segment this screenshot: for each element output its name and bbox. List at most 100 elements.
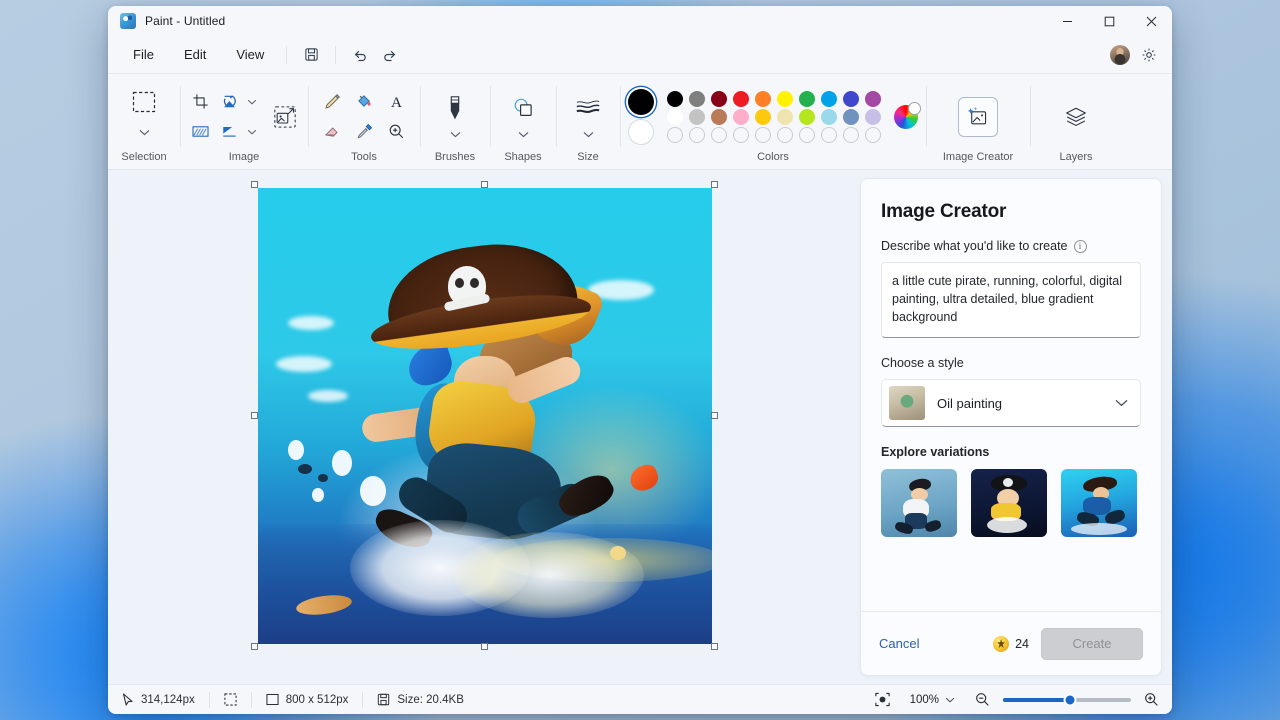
paint-palette-icon xyxy=(120,13,136,29)
flip-chevron-down-icon[interactable] xyxy=(245,118,259,146)
brush-size-icon[interactable] xyxy=(570,91,606,125)
variation-thumbnail-1[interactable] xyxy=(881,469,957,537)
canvas-selection-frame[interactable] xyxy=(251,181,718,650)
redo-button[interactable] xyxy=(375,41,405,69)
style-label: Choose a style xyxy=(881,356,964,370)
save-button[interactable] xyxy=(296,41,326,69)
selection-handle-nw[interactable] xyxy=(251,181,258,188)
rotate-icon[interactable] xyxy=(215,88,245,116)
group-shapes: Shapes xyxy=(490,78,556,169)
color-swatch[interactable] xyxy=(733,126,749,143)
transparent-background-icon[interactable] xyxy=(185,118,215,146)
color-wheel-icon[interactable] xyxy=(894,101,921,129)
color-swatch[interactable] xyxy=(821,108,837,125)
style-dropdown[interactable]: Oil painting xyxy=(881,379,1141,427)
variation-thumbnail-2[interactable] xyxy=(971,469,1047,537)
brushes-chevron-down-icon[interactable] xyxy=(440,126,470,142)
shapes-icon[interactable] xyxy=(505,91,541,125)
selection-handle-ne[interactable] xyxy=(711,181,718,188)
color-swatch[interactable] xyxy=(843,126,859,143)
color-swatch[interactable] xyxy=(755,108,771,125)
color-swatch[interactable] xyxy=(689,126,705,143)
selection-handle-se[interactable] xyxy=(711,643,718,650)
menu-edit[interactable]: Edit xyxy=(171,42,219,67)
svg-text:A: A xyxy=(391,94,402,111)
color-swatch[interactable] xyxy=(799,108,815,125)
zoom-slider[interactable] xyxy=(1003,693,1131,706)
secondary-color-swatch[interactable] xyxy=(628,118,654,145)
selection-handle-e[interactable] xyxy=(711,412,718,419)
color-swatch[interactable] xyxy=(821,126,837,143)
color-swatch[interactable] xyxy=(865,108,881,125)
color-swatch[interactable] xyxy=(689,108,705,125)
zoom-slider-knob[interactable] xyxy=(1063,693,1077,706)
brush-icon[interactable] xyxy=(437,91,473,125)
group-brushes-label: Brushes xyxy=(434,151,476,163)
pencil-icon[interactable] xyxy=(317,88,347,116)
layers-icon[interactable] xyxy=(1058,100,1094,134)
color-swatch[interactable] xyxy=(777,108,793,125)
color-swatch[interactable] xyxy=(799,90,815,107)
rectangular-select-icon[interactable] xyxy=(127,87,161,117)
menu-file[interactable]: File xyxy=(120,42,167,67)
info-icon[interactable]: i xyxy=(1073,239,1087,253)
user-avatar[interactable] xyxy=(1110,44,1130,65)
create-button[interactable]: Create xyxy=(1041,627,1143,660)
color-swatch[interactable] xyxy=(865,126,881,143)
gear-icon[interactable] xyxy=(1136,42,1162,68)
variation-thumbnail-3[interactable] xyxy=(1061,469,1137,537)
orange-petal xyxy=(626,461,662,495)
magnifier-icon[interactable] xyxy=(381,118,411,146)
color-swatch[interactable] xyxy=(733,90,749,107)
zoom-in-button[interactable] xyxy=(1143,691,1160,708)
undo-button[interactable] xyxy=(345,41,375,69)
primary-color-swatch[interactable] xyxy=(628,88,654,115)
size-chevron-down-icon[interactable] xyxy=(573,126,603,142)
menu-view[interactable]: View xyxy=(223,42,277,67)
shapes-chevron-down-icon[interactable] xyxy=(508,126,538,142)
crop-icon[interactable] xyxy=(185,88,215,116)
color-swatch[interactable] xyxy=(711,108,727,125)
canvas-image[interactable] xyxy=(258,188,712,644)
cancel-button[interactable]: Cancel xyxy=(879,636,919,651)
flip-icon[interactable] xyxy=(215,118,245,146)
minimize-button[interactable] xyxy=(1046,6,1088,36)
color-swatch[interactable] xyxy=(865,90,881,107)
color-swatch[interactable] xyxy=(733,108,749,125)
selection-handle-w[interactable] xyxy=(251,412,258,419)
group-tools: A Tools xyxy=(308,78,420,169)
color-swatch[interactable] xyxy=(667,90,683,107)
color-swatch[interactable] xyxy=(667,126,683,143)
color-swatch[interactable] xyxy=(843,90,859,107)
color-swatch[interactable] xyxy=(689,90,705,107)
prompt-input[interactable]: a little cute pirate, running, colorful,… xyxy=(881,262,1141,338)
color-swatch[interactable] xyxy=(799,126,815,143)
selection-handle-s[interactable] xyxy=(481,643,488,650)
canvas-area[interactable] xyxy=(108,170,860,684)
color-swatch[interactable] xyxy=(755,90,771,107)
color-swatch[interactable] xyxy=(843,108,859,125)
selection-chevron-down-icon[interactable] xyxy=(129,119,159,147)
color-swatch[interactable] xyxy=(711,90,727,107)
fit-to-window-button[interactable] xyxy=(874,691,891,709)
eraser-icon[interactable] xyxy=(317,118,347,146)
eyedropper-icon[interactable] xyxy=(349,118,379,146)
canvas-size-icon xyxy=(266,693,279,706)
color-swatch[interactable] xyxy=(777,90,793,107)
resize-image-icon[interactable] xyxy=(267,100,303,134)
selection-handle-n[interactable] xyxy=(481,181,488,188)
text-icon[interactable]: A xyxy=(381,88,411,116)
zoom-level-dropdown[interactable]: 100% xyxy=(903,691,962,709)
zoom-out-button[interactable] xyxy=(974,691,991,708)
color-swatch[interactable] xyxy=(821,90,837,107)
color-swatch[interactable] xyxy=(777,126,793,143)
close-button[interactable] xyxy=(1130,6,1172,36)
selection-handle-sw[interactable] xyxy=(251,643,258,650)
color-swatch[interactable] xyxy=(711,126,727,143)
image-creator-button[interactable] xyxy=(958,96,998,137)
maximize-button[interactable] xyxy=(1088,6,1130,36)
color-swatch[interactable] xyxy=(755,126,771,143)
fill-bucket-icon[interactable] xyxy=(349,88,379,116)
rotate-chevron-down-icon[interactable] xyxy=(245,88,259,116)
color-swatch[interactable] xyxy=(667,108,683,125)
